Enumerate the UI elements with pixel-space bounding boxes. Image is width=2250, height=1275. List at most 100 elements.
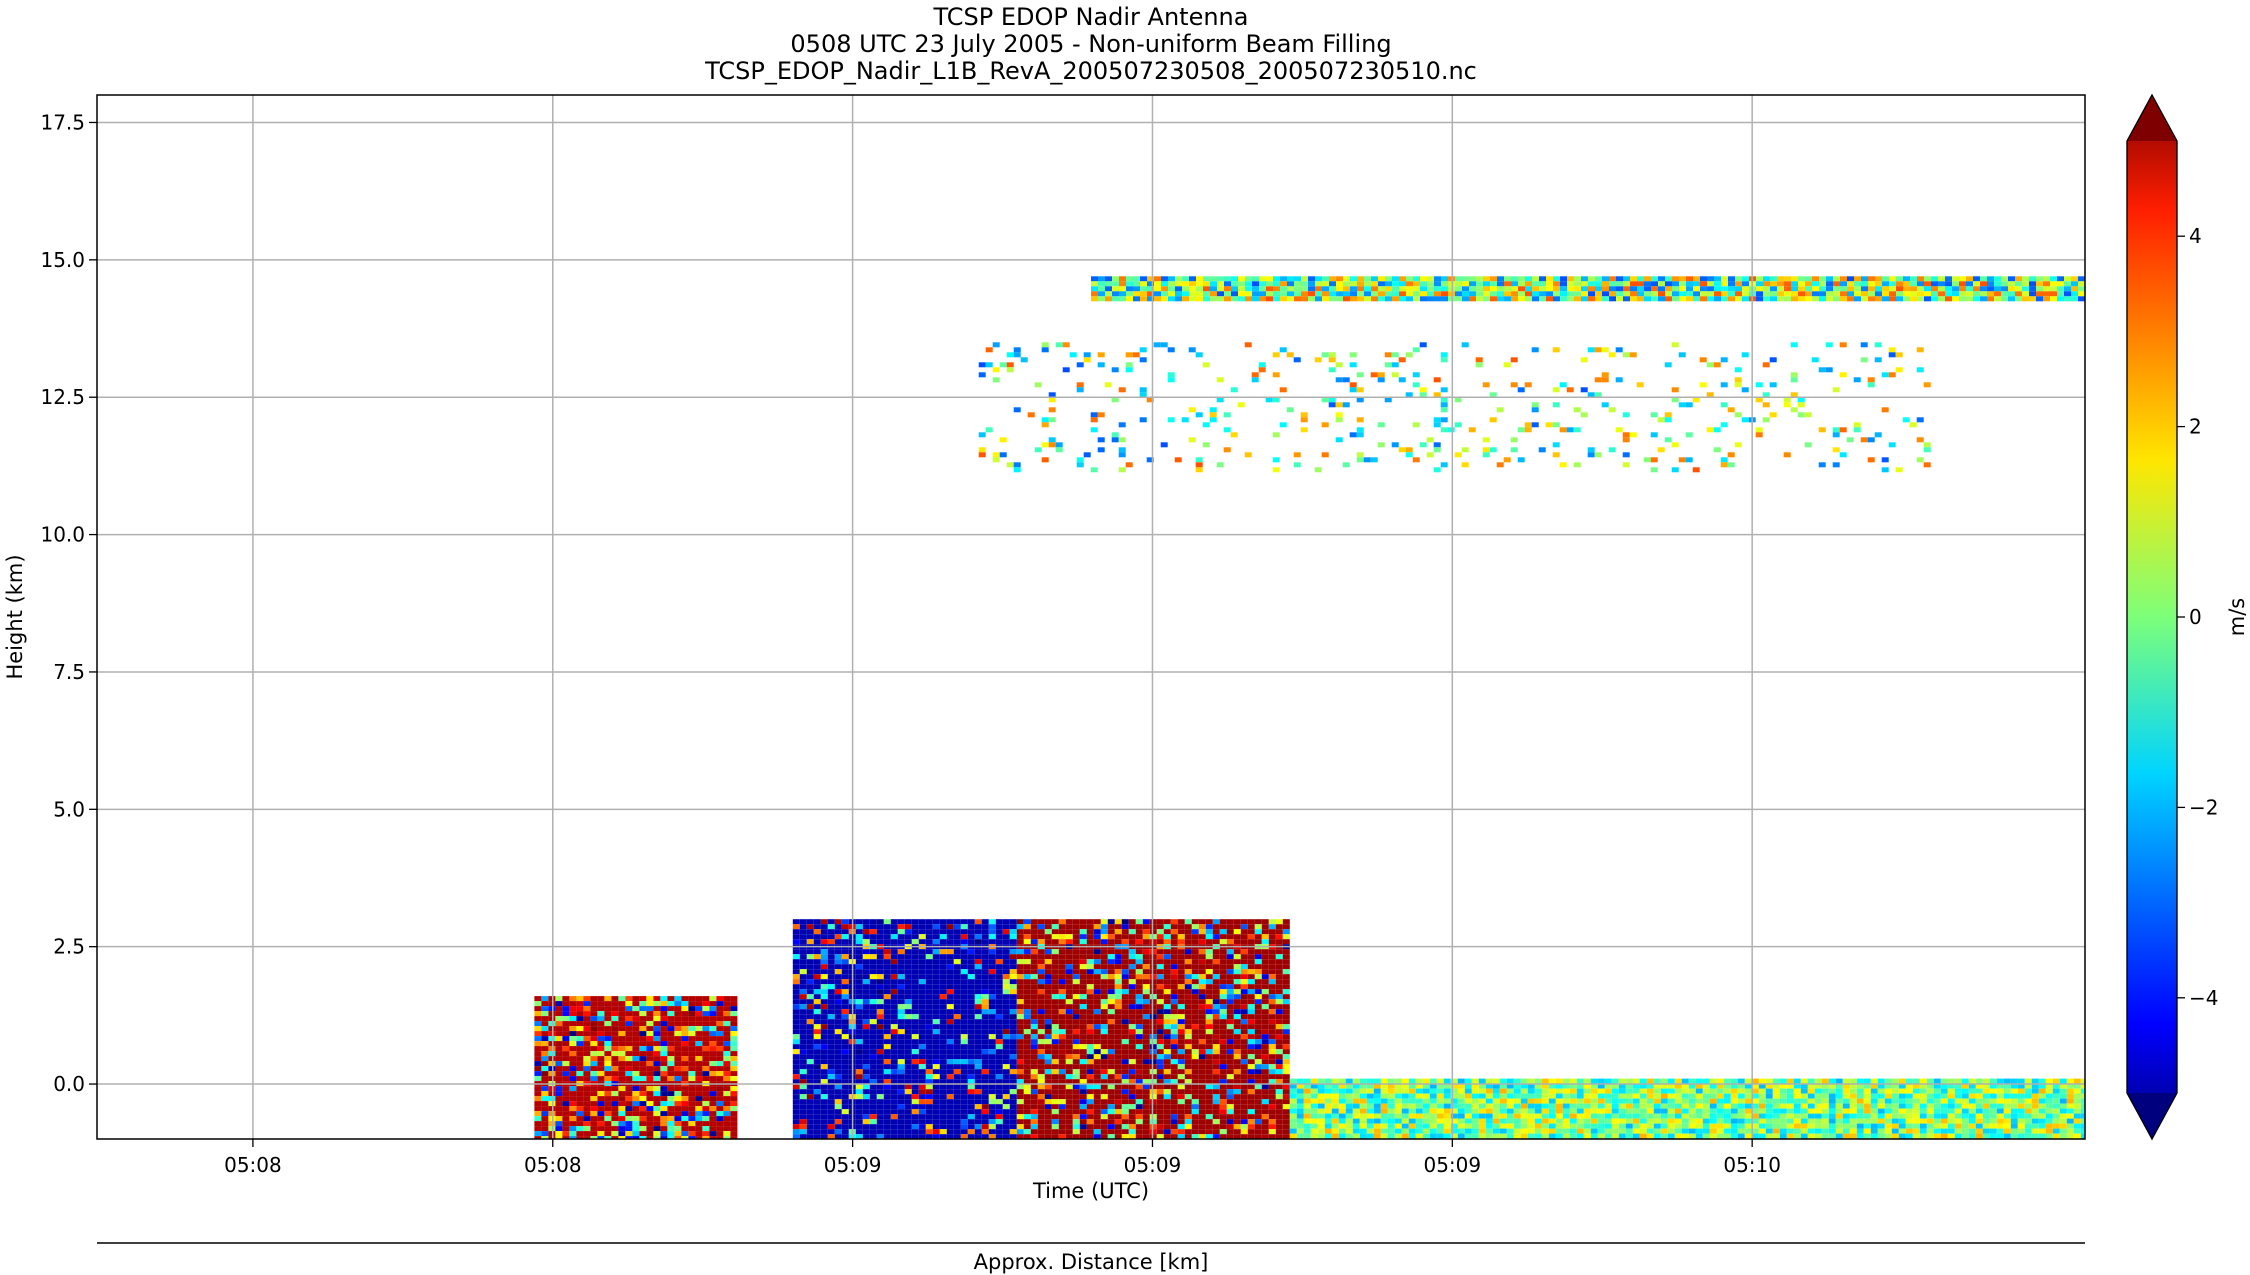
field-cell	[813, 1104, 821, 1110]
field-cell	[1254, 1119, 1262, 1125]
field-cell	[1233, 1049, 1241, 1055]
field-cell	[1205, 989, 1213, 995]
field-cell	[820, 1074, 828, 1080]
field-cell	[1170, 1099, 1178, 1105]
field-cell	[1338, 1108, 1346, 1114]
field-cell	[1282, 1014, 1290, 1020]
field-cell	[1226, 1084, 1234, 1090]
field-cell	[939, 989, 947, 995]
field-cell	[1002, 1019, 1010, 1025]
field-cell	[1044, 1124, 1052, 1130]
field-cell	[1555, 1113, 1563, 1119]
field-cell	[1156, 924, 1164, 930]
field-cell	[660, 1076, 668, 1082]
field-cell	[932, 1064, 940, 1070]
field-cell	[1058, 1094, 1066, 1100]
field-cell	[716, 1046, 724, 1052]
field-cell	[904, 979, 912, 985]
field-cell	[1870, 1103, 1878, 1109]
field-cell	[841, 1129, 849, 1135]
field-cell	[834, 1094, 842, 1100]
field-cell	[841, 989, 849, 995]
field-cell	[709, 1091, 717, 1097]
field-cell	[1275, 1019, 1283, 1025]
field-cell	[1975, 1103, 1983, 1109]
field-cell	[569, 1131, 577, 1137]
field-cell	[541, 1026, 549, 1032]
field-cell	[1233, 1069, 1241, 1075]
field-cell	[1002, 1059, 1010, 1065]
field-cell	[1695, 1118, 1703, 1124]
field-cell	[1338, 1098, 1346, 1104]
field-cell	[1023, 1044, 1031, 1050]
field-cell	[646, 1091, 654, 1097]
field-cell	[1247, 1029, 1255, 1035]
field-cell	[1226, 1069, 1234, 1075]
field-cell	[925, 1114, 933, 1120]
field-cell	[1926, 1113, 1934, 1119]
field-cell	[625, 1076, 633, 1082]
field-cell	[1205, 1124, 1213, 1130]
field-cell	[1051, 989, 1059, 995]
field-cell	[1121, 1124, 1129, 1130]
field-cell	[1527, 1078, 1535, 1084]
field-cell	[1282, 974, 1290, 980]
field-cell	[834, 1024, 842, 1030]
field-cell	[1338, 1103, 1346, 1109]
field-cell	[1702, 1118, 1710, 1124]
field-cell	[890, 929, 898, 935]
field-cell	[792, 939, 800, 945]
field-cell	[1926, 1098, 1934, 1104]
field-cell	[1142, 1109, 1150, 1115]
field-cell	[569, 1036, 577, 1042]
field-cell	[1814, 1088, 1822, 1094]
field-cell	[1226, 1024, 1234, 1030]
field-cell	[855, 969, 863, 975]
field-cell	[1058, 1044, 1066, 1050]
field-cell	[918, 1119, 926, 1125]
field-cell	[2059, 1088, 2067, 1094]
field-cell	[1772, 1108, 1780, 1114]
field-cell	[1429, 1103, 1437, 1109]
field-cell	[1135, 1049, 1143, 1055]
field-cell	[820, 1089, 828, 1095]
field-cell	[1191, 1089, 1199, 1095]
field-cell	[1023, 989, 1031, 995]
field-cell	[869, 1104, 877, 1110]
field-cell	[932, 1074, 940, 1080]
field-cell	[1562, 1118, 1570, 1124]
field-cell	[1275, 999, 1283, 1005]
field-cell	[1086, 1029, 1094, 1035]
field-cell	[2073, 1108, 2081, 1114]
chart: TCSP EDOP Nadir Antenna 0508 UTC 23 July…	[3, 3, 2249, 1274]
field-cell	[1513, 1113, 1521, 1119]
field-cell	[1877, 1103, 1885, 1109]
field-cell	[1086, 1014, 1094, 1020]
field-cell	[1065, 999, 1073, 1005]
field-cell	[1058, 1049, 1066, 1055]
field-cell	[632, 1021, 640, 1027]
field-cell	[1303, 1078, 1311, 1084]
field-cell	[1086, 989, 1094, 995]
field-cell	[890, 994, 898, 1000]
field-cell	[1107, 1094, 1115, 1100]
field-cell	[1093, 919, 1101, 925]
field-cell	[1394, 1118, 1402, 1124]
field-cell	[1702, 1088, 1710, 1094]
field-cell	[541, 1096, 549, 1102]
field-cell	[974, 924, 982, 930]
field-cell	[1086, 1124, 1094, 1130]
field-cell	[1072, 964, 1080, 970]
field-cell	[834, 1114, 842, 1120]
field-cell	[1009, 1019, 1017, 1025]
field-cell	[841, 1009, 849, 1015]
chart-title-line-1: TCSP EDOP Nadir Antenna	[933, 3, 1249, 31]
field-cell	[1905, 1078, 1913, 1084]
field-cell	[960, 934, 968, 940]
field-cell	[1009, 1084, 1017, 1090]
field-cell	[939, 1049, 947, 1055]
field-cell	[1856, 1113, 1864, 1119]
field-cell	[562, 1036, 570, 1042]
field-cell	[1093, 1099, 1101, 1105]
field-cell	[890, 1104, 898, 1110]
